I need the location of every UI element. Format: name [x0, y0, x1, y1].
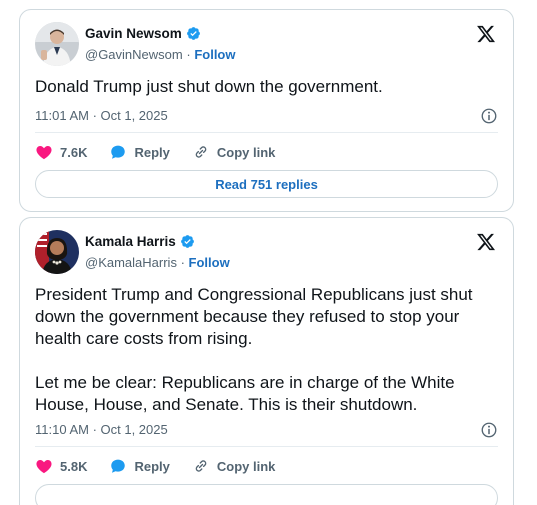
copy-link-button[interactable]: Copy link — [192, 143, 276, 161]
reply-label: Reply — [134, 458, 170, 474]
verified-badge-icon — [186, 27, 200, 40]
read-replies-button-partial[interactable] — [35, 484, 498, 505]
divider — [35, 132, 498, 133]
reply-button[interactable]: Reply — [109, 143, 170, 161]
copy-link-label: Copy link — [216, 144, 276, 160]
info-icon[interactable] — [480, 107, 498, 125]
tweet-text: President Trump and Congressional Republ… — [35, 285, 473, 414]
tweet-actions: 7.6K Reply Copy link — [35, 142, 498, 162]
tweet-header: Kamala Harris @KamalaHarris · Follow — [35, 230, 498, 274]
timestamp[interactable]: 11:01 AM · Oct 1, 2025 — [35, 108, 168, 123]
separator-dot: · — [180, 255, 185, 270]
author-handle[interactable]: @KamalaHarris — [85, 255, 177, 270]
author-name[interactable]: Kamala Harris — [85, 234, 176, 249]
copy-link-button[interactable]: Copy link — [192, 457, 276, 475]
tweet-actions: 5.8K Reply Copy link — [35, 456, 498, 476]
follow-button[interactable]: Follow — [189, 255, 230, 270]
link-icon — [195, 146, 207, 158]
verified-badge-icon — [180, 235, 194, 248]
copy-link-label: Copy link — [216, 458, 276, 474]
like-count: 5.8K — [60, 458, 88, 474]
tweet-header: Gavin Newsom @GavinNewsom · Follow — [35, 22, 498, 66]
x-logo-icon[interactable] — [476, 232, 496, 252]
separator-dot: · — [186, 47, 191, 62]
tweet-card-harris: Kamala Harris @KamalaHarris · Follow Pre… — [19, 217, 514, 505]
timestamp[interactable]: 11:10 AM · Oct 1, 2025 — [35, 422, 168, 437]
like-count: 7.6K — [60, 144, 88, 160]
reply-bubble-icon — [111, 459, 126, 473]
x-logo-icon[interactable] — [476, 24, 496, 44]
tweet-meta: 11:01 AM · Oct 1, 2025 — [35, 106, 498, 126]
heart-icon — [36, 146, 52, 160]
avatar[interactable] — [35, 230, 79, 274]
tweet-text: Donald Trump just shut down the governme… — [35, 77, 383, 96]
info-icon[interactable] — [480, 421, 498, 439]
follow-button[interactable]: Follow — [194, 47, 235, 62]
like-button[interactable]: 7.6K — [35, 143, 87, 161]
tweet-meta: 11:10 AM · Oct 1, 2025 — [35, 420, 498, 440]
read-replies-button[interactable]: Read 751 replies — [35, 170, 498, 198]
author-handle[interactable]: @GavinNewsom — [85, 47, 183, 62]
like-button[interactable]: 5.8K — [35, 457, 87, 475]
heart-icon — [36, 460, 52, 474]
tweet-card-newsom: Gavin Newsom @GavinNewsom · Follow Donal… — [19, 9, 514, 212]
link-icon — [195, 460, 207, 472]
reply-bubble-icon — [111, 145, 126, 159]
reply-button[interactable]: Reply — [109, 457, 170, 475]
author-name[interactable]: Gavin Newsom — [85, 26, 182, 41]
reply-label: Reply — [134, 144, 170, 160]
avatar[interactable] — [35, 22, 79, 66]
divider — [35, 446, 498, 447]
